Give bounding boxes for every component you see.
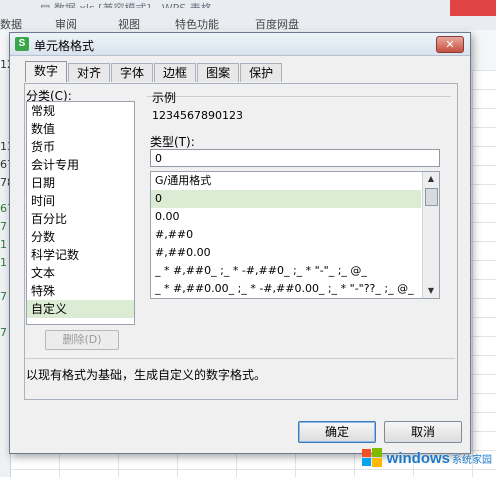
category-item[interactable]: 货币: [27, 138, 134, 156]
tab-protection[interactable]: 保护: [240, 63, 283, 82]
close-button[interactable]: ✕: [436, 36, 464, 53]
description-separator: [25, 358, 455, 359]
app-title: ▤ 数据.xls [兼容模式] - WPS 表格: [40, 0, 460, 8]
scroll-thumb[interactable]: [425, 188, 438, 206]
grid-cell-fragment: 7: [0, 326, 7, 339]
app-close-button[interactable]: [450, 0, 496, 16]
grid-cell-fragment: 1: [0, 256, 7, 269]
dialog-titlebar[interactable]: S 单元格格式 ✕: [10, 33, 470, 56]
category-item[interactable]: 日期: [27, 174, 134, 192]
delete-button[interactable]: 删除(D): [45, 330, 119, 350]
format-item[interactable]: _ * #,##0_ ;_ * -#,##0_ ;_ * "-"_ ;_ @_: [151, 262, 421, 280]
watermark: windows 系统家园: [361, 445, 492, 471]
watermark-sub: 系统家园: [452, 454, 492, 466]
app-titlebar: ▤ 数据.xls [兼容模式] - WPS 表格 数据 审阅 视图 特色功能 百…: [0, 0, 496, 31]
category-item[interactable]: 时间: [27, 192, 134, 210]
format-item-selected[interactable]: 0: [151, 190, 421, 208]
wps-logo-icon: S: [15, 37, 29, 51]
grid-cell-fragment: 7: [0, 290, 7, 303]
ok-button[interactable]: 确定: [298, 421, 376, 443]
type-label: 类型(T):: [150, 135, 195, 149]
sample-value: 1234567890123: [152, 109, 243, 122]
category-item-selected[interactable]: 自定义: [27, 300, 134, 318]
category-item[interactable]: 分数: [27, 228, 134, 246]
type-input[interactable]: 0: [150, 149, 440, 167]
category-item[interactable]: 常规: [27, 102, 134, 120]
sample-label: 示例: [152, 91, 177, 105]
windows-logo-icon: [361, 448, 382, 467]
dialog-title: 单元格格式: [34, 39, 95, 53]
scroll-down-icon[interactable]: ▼: [423, 284, 439, 298]
cancel-button[interactable]: 取消: [384, 421, 462, 443]
tab-border[interactable]: 边框: [154, 63, 197, 82]
format-cells-dialog: S 单元格格式 ✕ 数字 对齐 字体 边框 图案 保护 分类(C): 常规 数值…: [9, 32, 471, 454]
format-item[interactable]: 0.00: [151, 208, 421, 226]
scroll-up-icon[interactable]: ▲: [423, 172, 439, 186]
tab-number[interactable]: 数字: [25, 61, 68, 82]
format-item[interactable]: G/通用格式: [151, 172, 421, 190]
category-list[interactable]: 常规 数值 货币 会计专用 日期 时间 百分比 分数 科学记数 文本 特殊 自定…: [26, 101, 135, 325]
format-item[interactable]: #,##0.00: [151, 244, 421, 262]
tab-alignment[interactable]: 对齐: [68, 63, 111, 82]
format-list[interactable]: G/通用格式 0 0.00 #,##0 #,##0.00 _ * #,##0_ …: [150, 171, 440, 299]
category-item[interactable]: 数值: [27, 120, 134, 138]
tab-pattern[interactable]: 图案: [197, 63, 240, 82]
watermark-brand: windows: [386, 449, 450, 467]
tab-font[interactable]: 字体: [111, 63, 154, 82]
category-item[interactable]: 科学记数: [27, 246, 134, 264]
ribbon-tabs: 数据 审阅 视图 特色功能 百度网盘: [0, 14, 496, 31]
category-item[interactable]: 文本: [27, 264, 134, 282]
dialog-tabs: 数字 对齐 字体 边框 图案 保护: [25, 61, 283, 83]
grid-cell-fragment: 1: [0, 238, 7, 251]
category-item[interactable]: 百分比: [27, 210, 134, 228]
format-item[interactable]: #,##0: [151, 226, 421, 244]
format-description: 以现有格式为基础，生成自定义的数字格式。: [26, 368, 267, 382]
grid-cell-fragment: 7: [0, 220, 7, 233]
format-item[interactable]: _ * #,##0.00_ ;_ * -#,##0.00_ ;_ * "-"??…: [151, 280, 421, 298]
category-item[interactable]: 会计专用: [27, 156, 134, 174]
category-item[interactable]: 特殊: [27, 282, 134, 300]
format-list-scrollbar[interactable]: ▲ ▼: [422, 172, 439, 298]
